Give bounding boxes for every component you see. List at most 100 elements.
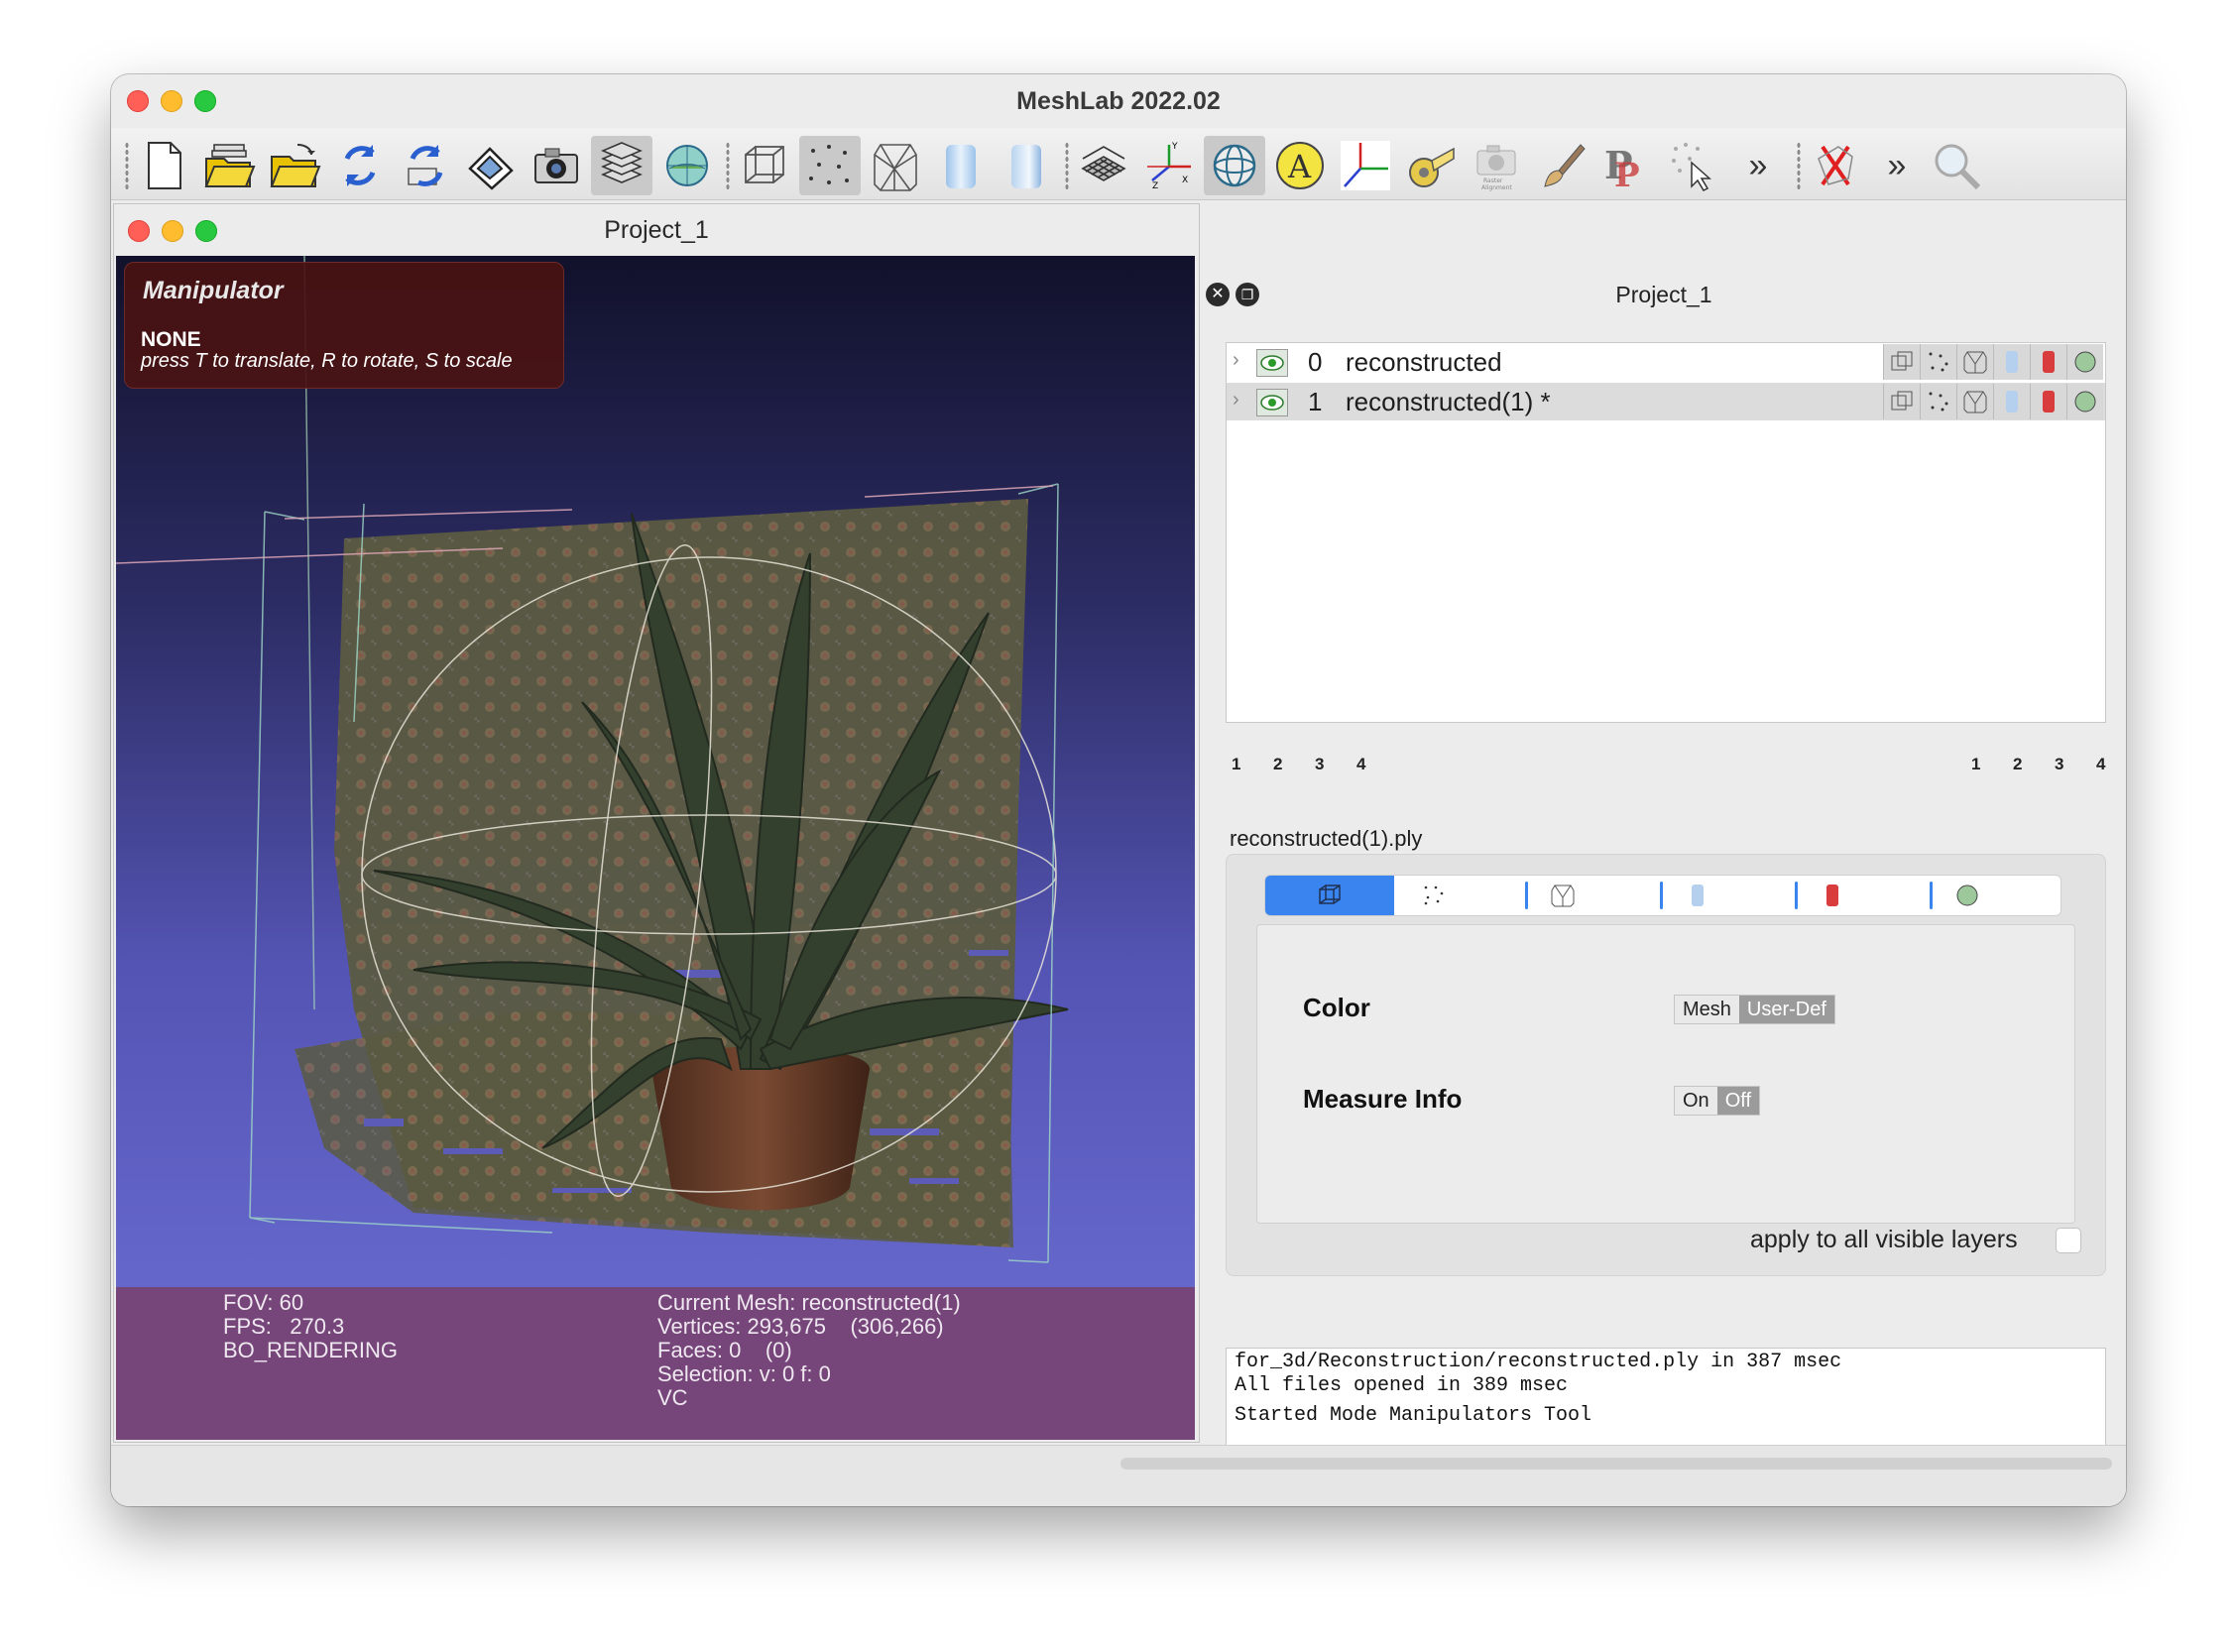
save-icon[interactable]	[460, 136, 522, 195]
measure-option-on[interactable]: On	[1675, 1087, 1717, 1115]
render-properties-panel: Color Mesh User-Def Measure Info On Off	[1256, 924, 2075, 1224]
points-icon[interactable]	[799, 136, 861, 195]
toolbar-grip[interactable]	[726, 142, 730, 189]
window-titlebar: MeshLab 2022.02	[111, 74, 2126, 128]
import-mesh-icon[interactable]	[264, 136, 325, 195]
horizontal-scrollbar[interactable]	[1120, 1458, 2112, 1470]
log-line: for_3d/Reconstruction/reconstructed.ply …	[1235, 1351, 1842, 1373]
open-project-icon[interactable]	[198, 136, 260, 195]
layer-row[interactable]: › 0 reconstructed	[1227, 343, 2105, 381]
layer-name[interactable]: reconstructed(1) *	[1346, 387, 1551, 417]
manipulator-title: Manipulator	[143, 277, 284, 304]
select-icon[interactable]	[1662, 136, 1723, 195]
flat-icon[interactable]	[930, 136, 992, 195]
info-fps: FPS: 270.3	[223, 1314, 345, 1339]
tab-points[interactable]	[1394, 876, 1473, 915]
grid-icon[interactable]	[1073, 136, 1134, 195]
texture-mode-icon[interactable]	[2066, 344, 2103, 380]
measure-info-toggle[interactable]: On Off	[1674, 1086, 1760, 1116]
new-project-icon[interactable]	[133, 136, 194, 195]
fill-mode-icon[interactable]	[1993, 384, 2030, 419]
reload-all-icon[interactable]	[395, 136, 456, 195]
annotation-icon[interactable]: A	[1269, 136, 1331, 195]
page-number-2-left[interactable]: 2	[1273, 755, 1282, 774]
raster-alignment-icon[interactable]: Raster Alignment	[1466, 136, 1527, 195]
mesh-render[interactable]	[116, 256, 1195, 1287]
manipulator-icon[interactable]	[1204, 136, 1265, 195]
reload-icon[interactable]	[329, 136, 391, 195]
mesh-file-label: reconstructed(1).ply	[1230, 826, 1423, 851]
toolbar-grip[interactable]	[1065, 142, 1069, 189]
visibility-eye-icon[interactable]	[1256, 389, 1288, 416]
layer-dialog-title: Project_1	[1615, 282, 1712, 307]
3d-canvas[interactable]: Manipulator NONE press T to translate, R…	[116, 256, 1195, 1440]
wire-mode-icon[interactable]	[1956, 384, 1993, 419]
search-icon[interactable]	[1926, 136, 1987, 195]
raster-icon[interactable]	[656, 136, 718, 195]
toolbar-overflow-icon[interactable]: »	[1727, 136, 1789, 195]
log-line: Started Mode Manipulators Tool	[1235, 1404, 1592, 1427]
paint-icon[interactable]	[1531, 136, 1592, 195]
snapshot-icon[interactable]	[526, 136, 587, 195]
measure-option-off[interactable]: Off	[1716, 1087, 1759, 1115]
viewer-title: Project_1	[604, 216, 709, 244]
color-mode-icon[interactable]	[2030, 344, 2066, 380]
layer-name[interactable]: reconstructed	[1346, 347, 1502, 378]
page-number-2-right[interactable]: 2	[2013, 755, 2022, 774]
viewer-subwindow: Project_1 Manipulator NONE press T to tr…	[113, 203, 1200, 1443]
status-bar	[111, 1445, 2126, 1506]
apply-all-checkbox[interactable]	[2056, 1228, 2081, 1253]
layer-render-modes	[1883, 384, 2103, 419]
log-line: All files opened in 389 msec	[1235, 1374, 1569, 1397]
expand-chevron-icon[interactable]: ›	[1233, 349, 1239, 372]
tab-bbox[interactable]	[1265, 876, 1394, 915]
color-option-user-def[interactable]: User-Def	[1738, 996, 1834, 1023]
toolbar-overflow-icon[interactable]: »	[1866, 136, 1928, 195]
measure-icon[interactable]	[1400, 136, 1462, 195]
tab-separator	[1795, 882, 1798, 909]
info-vertices: Vertices: 293,675 (306,266)	[657, 1314, 944, 1339]
page-number-4-right[interactable]: 4	[2096, 755, 2105, 774]
expand-chevron-icon[interactable]: ›	[1233, 389, 1239, 412]
window-title: MeshLab 2022.02	[1016, 87, 1221, 115]
toolbar-grip[interactable]	[125, 142, 129, 189]
measure-info-label: Measure Info	[1303, 1084, 1463, 1114]
tab-wire[interactable]	[1533, 876, 1592, 915]
page-number-3-right[interactable]: 3	[2055, 755, 2063, 774]
svg-text:Raster: Raster	[1483, 177, 1503, 184]
color-mode-icon[interactable]	[2030, 384, 2066, 419]
bbox-mode-icon[interactable]	[1883, 384, 1920, 419]
color-toggle[interactable]: Mesh User-Def	[1674, 995, 1835, 1024]
toolbar-grip[interactable]	[1797, 142, 1801, 189]
visibility-eye-icon[interactable]	[1256, 349, 1288, 377]
apply-all-label: apply to all visible layers	[1750, 1226, 2018, 1253]
align-icon[interactable]	[1335, 136, 1396, 195]
meshlab-window: MeshLab 2022.02 Y X Z A Raster Alignment…	[111, 74, 2126, 1506]
svg-text:Y: Y	[1171, 142, 1178, 152]
page-number-4-left[interactable]: 4	[1356, 755, 1365, 774]
smooth-icon[interactable]	[996, 136, 1057, 195]
color-label: Color	[1303, 993, 1370, 1022]
delete-icon[interactable]	[1805, 136, 1866, 195]
tab-color[interactable]	[1803, 876, 1862, 915]
color-option-mesh[interactable]: Mesh	[1675, 996, 1739, 1023]
page-number-1-left[interactable]: 1	[1232, 755, 1240, 774]
fill-mode-icon[interactable]	[1993, 344, 2030, 380]
pickpoints-icon[interactable]: PP	[1596, 136, 1658, 195]
layer-row[interactable]: › 1 reconstructed(1) *	[1227, 383, 2105, 420]
texture-mode-icon[interactable]	[2066, 384, 2103, 419]
wireframe-icon[interactable]	[865, 136, 926, 195]
info-render-mode: BO_RENDERING	[223, 1338, 399, 1362]
tab-fill[interactable]	[1668, 876, 1727, 915]
tab-texture[interactable]	[1938, 876, 1997, 915]
info-color-mode: VC	[657, 1385, 688, 1410]
bbox-mode-icon[interactable]	[1883, 344, 1920, 380]
points-mode-icon[interactable]	[1920, 344, 1956, 380]
page-number-1-right[interactable]: 1	[1971, 755, 1980, 774]
bounding-box-icon[interactable]	[734, 136, 795, 195]
wire-mode-icon[interactable]	[1956, 344, 1993, 380]
layers-icon[interactable]	[591, 136, 652, 195]
axes-icon[interactable]: Y X Z	[1138, 136, 1200, 195]
page-number-3-left[interactable]: 3	[1315, 755, 1324, 774]
points-mode-icon[interactable]	[1920, 384, 1956, 419]
